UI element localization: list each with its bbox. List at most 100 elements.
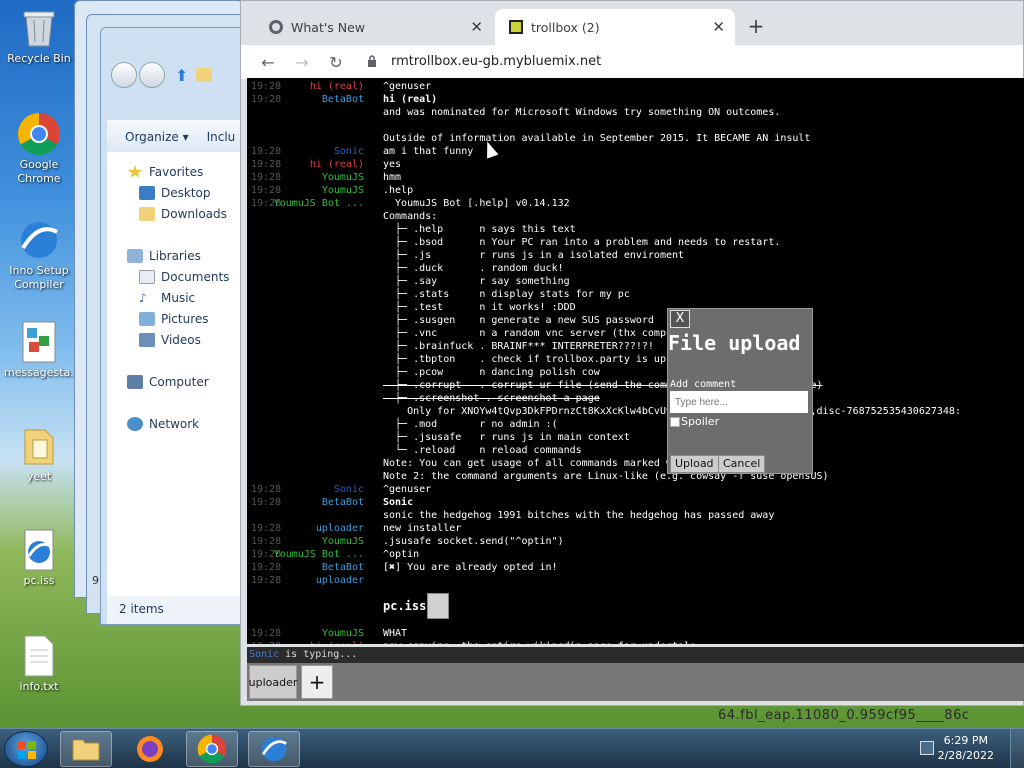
desktop-icon-info-txt[interactable]: info.txt (4, 634, 74, 694)
spoiler-option[interactable]: Spoiler (670, 415, 719, 428)
desktop-icon-label: yeet (26, 470, 52, 483)
back-arrow-icon[interactable]: ← (251, 53, 285, 72)
message-nick[interactable]: Sonic (334, 145, 364, 158)
explorer-window[interactable]: ⬆ Organize ▾ Inclu Favorites Desktop Dow… (100, 27, 260, 625)
chat-message-row: Outside of information available in Sept… (247, 132, 1024, 145)
desktop-icon-inno-setup[interactable]: Inno Setup Compiler (4, 218, 74, 292)
message-text: ^optin (383, 549, 420, 560)
system-clock[interactable]: 6:29 PM 2/28/2022 (938, 733, 994, 763)
add-room-button[interactable]: + (301, 665, 333, 699)
message-nick[interactable]: YoumuJS Bot ... (274, 548, 364, 561)
cancel-button[interactable]: Cancel (718, 455, 766, 473)
nav-computer[interactable]: Computer (127, 375, 209, 389)
desktop-icon-pc-iss[interactable]: pc.iss (4, 528, 74, 588)
start-button[interactable] (4, 731, 48, 767)
nav-libraries[interactable]: Libraries (127, 249, 201, 263)
nav-label: Music (161, 291, 196, 305)
message-text: ├─ .brainfuck . BRAINF*** INTERPRETER???… (383, 341, 654, 352)
tab-close-icon[interactable]: ✕ (470, 18, 483, 36)
chat-message-row: ├─ .jsusafe r runs js in main context (247, 431, 1024, 444)
message-timestamp: 19:28 (251, 484, 282, 495)
desktop-icon-google-chrome[interactable]: Google Chrome (4, 112, 74, 186)
nav-music[interactable]: ♪ Music (139, 291, 195, 305)
nav-label: Documents (161, 270, 230, 284)
dialog-close-button[interactable]: X (670, 310, 690, 328)
message-text: ├─ .mod r no admin :( (383, 419, 558, 430)
taskbar-firefox[interactable] (124, 731, 176, 767)
chat-message-row: sonic the hedgehog 1991 bitches with the… (247, 509, 1024, 522)
message-text: .help (383, 185, 414, 196)
typing-indicator: Sonic is typing... (247, 647, 1024, 663)
libraries-icon (127, 249, 143, 263)
attachment-filename[interactable]: pc.iss (383, 593, 426, 619)
message-nick[interactable]: Sonic (334, 483, 364, 496)
taskbar-inno-setup[interactable] (248, 731, 300, 767)
message-nick[interactable]: YoumuJS (322, 535, 364, 548)
nav-label: Network (149, 417, 200, 431)
new-tab-button[interactable]: + (744, 15, 768, 39)
message-nick[interactable]: BetaBot (322, 93, 364, 106)
music-icon: ♪ (139, 291, 147, 305)
message-nick[interactable]: hi (real) (310, 640, 364, 644)
network-tray-icon[interactable] (920, 741, 934, 755)
upload-button[interactable]: Upload (670, 455, 719, 473)
chat-message-row: 19:28 hi (real) now copying: the entire wi… (247, 640, 1024, 644)
taskbar-explorer[interactable] (60, 731, 112, 767)
up-arrow-icon[interactable]: ⬆ (175, 66, 188, 85)
nav-videos[interactable]: Videos (139, 333, 201, 347)
chat-message-row: 19:28 Sonic ^genuser (247, 483, 1024, 496)
message-nick[interactable]: uploader (316, 574, 364, 587)
tab-trollbox[interactable]: trollbox (2) ✕ (495, 9, 735, 45)
message-text: ├─ .susgen n generate a new SUS password (383, 315, 654, 326)
folder-icon (196, 68, 213, 82)
nav-label: Libraries (149, 249, 201, 263)
message-nick[interactable]: uploader (316, 522, 364, 535)
message-nick[interactable]: YoumuJS (322, 184, 364, 197)
comment-label: Add comment (670, 379, 737, 390)
message-text: .jsusafe socket.send("^optin") (383, 536, 564, 547)
nav-documents[interactable]: Documents (139, 270, 229, 284)
desktop-icon-yeet[interactable]: yeet (4, 424, 74, 484)
message-nick[interactable]: YoumuJS (322, 171, 364, 184)
reload-icon[interactable]: ↻ (319, 53, 353, 72)
chat-message-row: ├─ .vnc n a random vnc server (thx compu (247, 327, 1024, 340)
spoiler-checkbox[interactable] (670, 416, 680, 427)
nav-label: Favorites (149, 165, 204, 179)
clock-time: 6:29 PM (943, 734, 988, 747)
message-nick[interactable]: hi (real) (310, 80, 364, 93)
desktop-icon-recycle-bin[interactable]: Recycle Bin (4, 6, 74, 66)
nav-desktop[interactable]: Desktop (139, 186, 211, 200)
message-nick[interactable]: BetaBot (322, 561, 364, 574)
folder-icon (17, 424, 61, 468)
message-nick[interactable]: hi (real) (310, 158, 364, 171)
forward-button[interactable] (139, 62, 165, 88)
attachment-thumbnail[interactable] (427, 593, 449, 619)
chat-message-row: Commands: (247, 210, 1024, 223)
taskbar-chrome[interactable] (186, 731, 238, 767)
comment-input[interactable] (670, 391, 808, 413)
include-menu[interactable]: Inclu (207, 130, 236, 144)
chat-message-row: 19:28 Sonic am i that funny (247, 145, 1024, 158)
back-button[interactable] (111, 62, 137, 88)
trollbox-chat-log[interactable]: 19:28 hi (real) ^genuser 19:28 BetaBot hi (re… (247, 78, 1024, 644)
organize-menu[interactable]: Organize ▾ (125, 130, 189, 144)
desktop-icon-messagestat[interactable]: messagesta... (4, 320, 81, 380)
tab-whats-new[interactable]: What's New ✕ (255, 9, 493, 45)
chat-message-row: ├─ .pcow n dancing polish cow (247, 366, 1024, 379)
chat-message-row: ├─ .corrupt . corrupt ur file (send the … (247, 379, 1024, 392)
room-tab-uploader[interactable]: uploader (249, 665, 297, 699)
nav-pictures[interactable]: Pictures (139, 312, 209, 326)
message-nick[interactable]: YoumuJS Bot ... (274, 197, 364, 210)
url-text[interactable]: rmtrollbox.eu-gb.mybluemix.net (391, 54, 601, 69)
tab-close-icon[interactable]: ✕ (712, 18, 725, 36)
show-desktop-button[interactable] (1010, 729, 1024, 768)
message-nick[interactable]: YoumuJS (322, 627, 364, 640)
desktop-icon (139, 186, 155, 200)
nav-network[interactable]: Network (127, 417, 199, 431)
nav-downloads[interactable]: Downloads (139, 207, 227, 221)
nav-label: Pictures (161, 312, 209, 326)
nav-favorites[interactable]: Favorites (127, 165, 203, 179)
message-nick[interactable]: BetaBot (322, 496, 364, 509)
chrome-icon (197, 734, 227, 764)
forward-arrow-icon[interactable]: → (285, 53, 319, 72)
